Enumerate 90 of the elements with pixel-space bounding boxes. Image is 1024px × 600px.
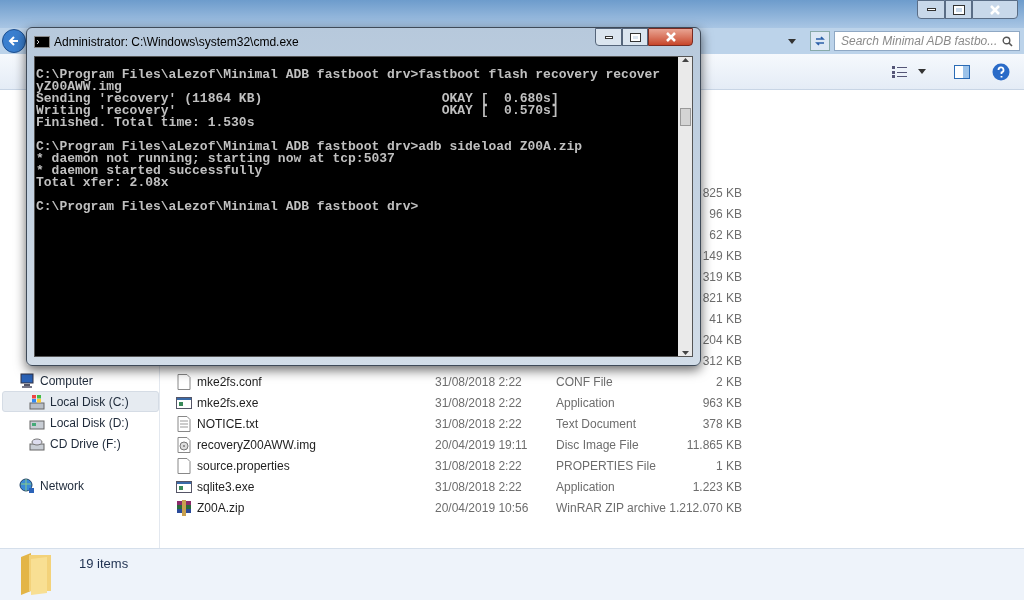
nav-item[interactable]: Computer [2,370,159,391]
nav-item[interactable]: CD Drive (F:) [2,433,159,454]
file-size: 312 KB [702,352,742,370]
globe-icon [19,477,35,494]
file-name[interactable]: recoveryZ00AWW.img [197,435,316,454]
file-name[interactable]: sqlite3.exe [197,477,255,496]
item-count: 19 items [79,555,129,573]
nav-item[interactable]: Local Disk (C:) [2,391,159,412]
date-modified: 31/08/2018 2:22 [435,395,522,410]
file-size: 96 KB [709,205,742,223]
file-name[interactable]: Z00A.zip [197,498,245,517]
nav-item[interactable]: Local Disk (D:) [2,412,159,433]
close-button[interactable] [972,0,1018,19]
file-type: WinRAR ZIP archive [556,500,666,515]
date-modified: 31/08/2018 2:22 [435,479,522,494]
nav-item[interactable]: Network [2,475,159,496]
file-size: 62 KB [709,226,742,244]
file-size: 821 KB [702,289,742,307]
refresh-button[interactable] [810,31,830,51]
back-button[interactable] [2,29,26,53]
scrollbar[interactable] [678,57,692,356]
date-modified: 31/08/2018 2:22 [435,374,522,389]
document-icon [176,457,192,474]
console-line: * daemon not running; starting now at tcp:5037 [36,153,396,165]
view-icon[interactable] [892,65,908,78]
console-line: Total xfer: 2.08x [36,177,169,189]
dropdown-caret-icon[interactable] [918,69,926,74]
search-placeholder: Search Minimal ADB fastbo... [841,33,999,50]
maximize-button[interactable] [622,28,648,46]
file-type: Application [556,479,615,494]
file-name[interactable]: mke2fs.conf [197,372,262,391]
file-size: 1 KB [716,457,742,475]
document-icon [176,373,192,390]
file-size: 825 KB [702,184,742,202]
file-size: 963 KB [702,394,742,412]
file-type: CONF File [556,374,613,389]
program-icon [176,478,192,495]
file-size: 41 KB [709,310,742,328]
cd-drive-icon [29,435,45,452]
scroll-thumb [679,107,691,126]
console-line: C:\Program Files\aLezof\Minimal ADB fastboot drv> [36,201,420,213]
back-arrow-icon [8,35,20,47]
scroll-up-icon [681,58,689,62]
program-icon [176,394,192,411]
file-size: 204 KB [702,331,742,349]
window-title: Administrator: C:\Windows\system32\cmd.exe [54,34,300,51]
minimize-button[interactable] [595,28,622,46]
file-size: 11.865 KB [686,436,742,454]
help-icon[interactable] [992,62,1010,81]
computer-icon [19,372,35,389]
refresh-icon [814,35,826,47]
maximize-button[interactable] [945,0,972,19]
console-line: C:\Program Files\aLezof\Minimal ADB fastboot drv>adb sideload Z00A.zip [36,141,584,153]
console-line: yZ00AWW.img [36,81,122,93]
file-size: 378 KB [702,415,742,433]
console-line: Sending 'recovery' (11864 KB) OKAY [ 0.680s] [36,93,560,105]
file-size: 2 KB [716,373,742,391]
close-icon [664,32,677,42]
date-modified: 20/04/2019 10:56 [435,500,529,515]
file-type: Text Document [556,416,637,431]
file-type: PROPERTIES File [556,458,656,473]
date-modified: 31/08/2018 2:22 [435,416,522,431]
dropdown-caret-icon[interactable] [788,38,796,44]
date-modified: 31/08/2018 2:22 [435,458,522,473]
file-size: 1.212.070 KB [669,499,742,517]
file-size: 319 KB [702,268,742,286]
date-modified: 20/04/2019 19:11 [435,437,528,452]
file-name[interactable]: mke2fs.exe [197,393,259,412]
console-line: C:\Program Files\aLezof\Minimal ADB fastboot drv>fastboot flash recovery recover [36,69,662,81]
search-icon [1002,35,1013,47]
minimize-button[interactable] [917,0,945,19]
drive-icon [29,393,45,410]
console-line: Finished. Total time: 1.530s [36,117,256,129]
disc-image-icon [176,436,192,453]
console-line: * daemon started successfully [36,165,263,177]
file-type: Application [556,395,615,410]
search-field[interactable]: Search Minimal ADB fastbo... [834,31,1020,51]
cmd-icon [34,36,50,48]
preview-pane-icon[interactable] [954,64,970,79]
console-line: Writing 'recovery' OKAY [ 0.570s] [36,105,560,117]
file-name[interactable]: NOTICE.txt [197,414,259,433]
file-name[interactable]: source.properties [197,456,290,475]
close-icon [989,4,1001,15]
file-type: Disc Image File [556,437,639,452]
text-file-icon [176,415,192,432]
archive-icon [176,499,192,516]
close-button[interactable] [648,28,693,46]
file-size: 1.223 KB [692,478,742,496]
file-size: 149 KB [702,247,742,265]
scroll-down-icon [681,351,689,355]
